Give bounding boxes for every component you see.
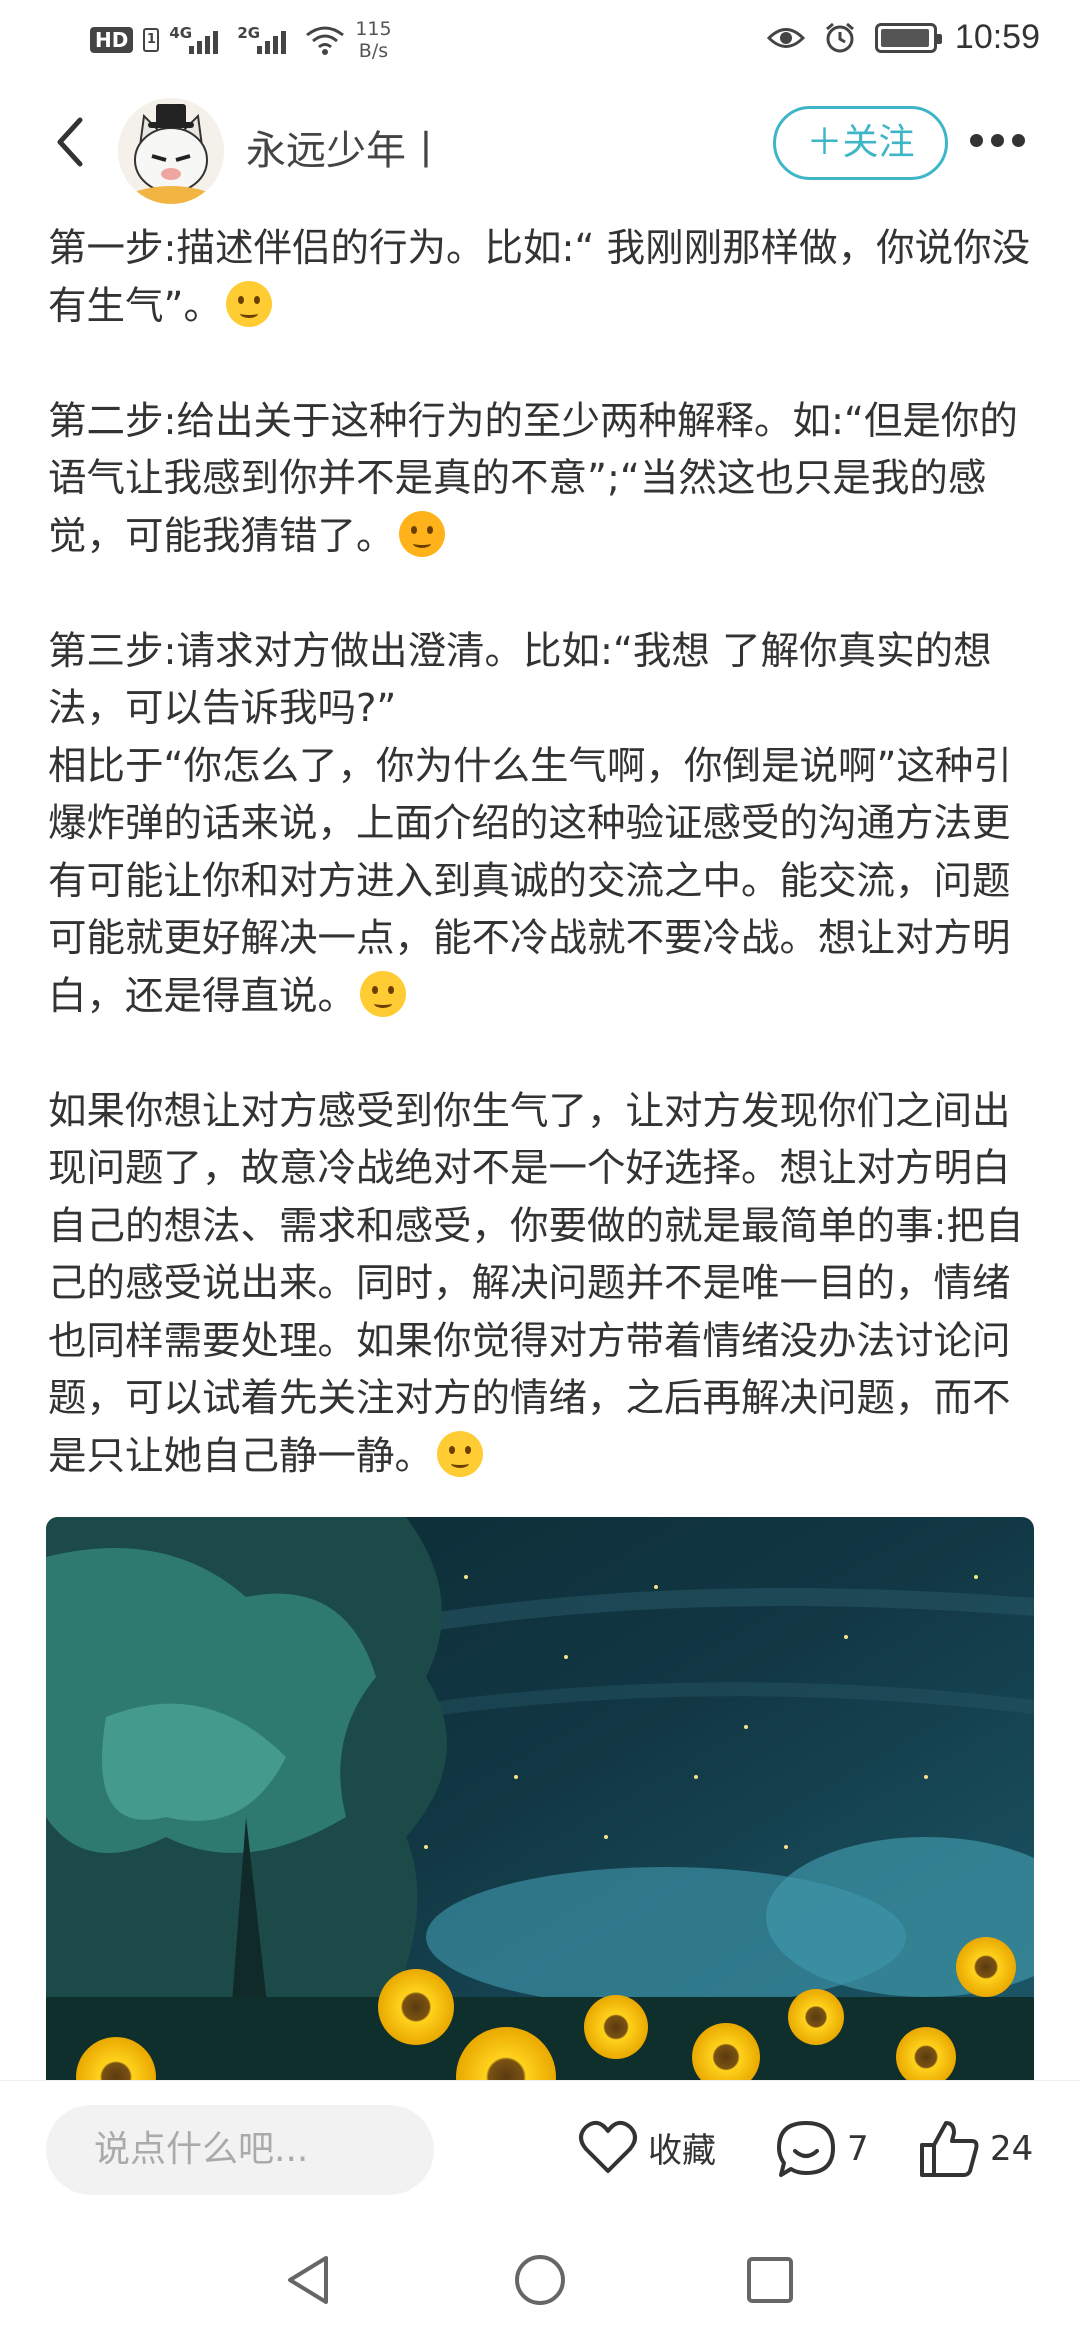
comment-button[interactable]: 7 — [775, 2119, 869, 2179]
cat-avatar-icon — [118, 98, 224, 204]
battery-icon — [874, 22, 942, 53]
system-nav-bar — [0, 2220, 1080, 2340]
alarm-icon — [825, 22, 854, 52]
interaction-bar: 说点什么吧... 收藏 7 24 — [0, 2080, 1080, 2220]
article-paragraph: 第三步:请求对方做出澄清。比如:“我想 了解你真实的想法，可以告诉我吗?” — [48, 628, 992, 732]
like-button[interactable]: 24 — [918, 2119, 1033, 2179]
back-arrow-icon[interactable] — [48, 112, 96, 172]
status-left: HD 1 4G 2G 115 B/s — [90, 18, 392, 62]
article-paragraph: 第二步:给出关于这种行为的至少两种解释。如:“但是你的语气让我感到你并不是真的不… — [48, 398, 1018, 559]
signal-icon: 4G — [169, 24, 227, 56]
comment-count: 7 — [847, 2129, 869, 2169]
disappointed-face-icon — [398, 510, 445, 557]
shushing-face-icon — [437, 1430, 484, 1477]
article-paragraph: 相比于“你怎么了，你为什么生气啊，你倒是说啊”这种引爆炸弹的话来说，上面介绍的这… — [48, 743, 1012, 1019]
sim-badge: 1 — [143, 28, 160, 52]
article-paragraph: 第一步:描述伴侣的行为。比如:“ 我刚刚那样做，你说你没有生气”。 — [48, 226, 1031, 329]
heart-icon — [579, 2120, 637, 2173]
thumbs-up-icon — [920, 2121, 979, 2177]
status-right: 10:59 — [766, 18, 1040, 57]
wifi-icon — [306, 26, 345, 55]
sunflower-night-image — [46, 1517, 1034, 2083]
nav-recents-icon[interactable] — [742, 2250, 798, 2310]
comment-input[interactable]: 说点什么吧... — [46, 2105, 434, 2195]
comment-bubble-icon — [777, 2121, 835, 2177]
hd-badge: HD — [90, 27, 134, 53]
more-options-icon[interactable] — [970, 134, 1025, 147]
post-header: 永远少年丨 ＋关注 — [0, 80, 1080, 210]
follow-button[interactable]: ＋关注 — [773, 106, 948, 180]
favorite-button[interactable]: 收藏 — [578, 2119, 716, 2175]
author-avatar[interactable] — [118, 98, 224, 204]
network-speed: 115 B/s — [355, 18, 391, 62]
nav-back-icon[interactable] — [282, 2250, 336, 2310]
eye-icon — [766, 27, 805, 48]
thinking-face-icon — [225, 280, 272, 327]
status-bar: HD 1 4G 2G 115 B/s 10:59 — [0, 0, 1080, 80]
article-paragraph: 如果你想让对方感受到你生气了，让对方发现你们之间出现问题了，故意冷战绝对不是一个… — [48, 1088, 1024, 1479]
nav-home-icon[interactable] — [510, 2250, 570, 2310]
like-count: 24 — [990, 2129, 1034, 2169]
speed-unit: B/s — [358, 40, 389, 62]
clock: 10:59 — [954, 18, 1040, 56]
article-image[interactable] — [46, 1517, 1034, 2083]
article-body: 第一步:描述伴侣的行为。比如:“ 我刚刚那样做，你说你没有生气”。 第二步:给出… — [48, 220, 1038, 1485]
speed-value: 115 — [355, 18, 392, 40]
favorite-label: 收藏 — [648, 2130, 716, 2171]
author-name[interactable]: 永远少年丨 — [246, 118, 446, 176]
signal-icon: 2G — [237, 24, 295, 56]
hugging-face-icon — [360, 970, 407, 1017]
